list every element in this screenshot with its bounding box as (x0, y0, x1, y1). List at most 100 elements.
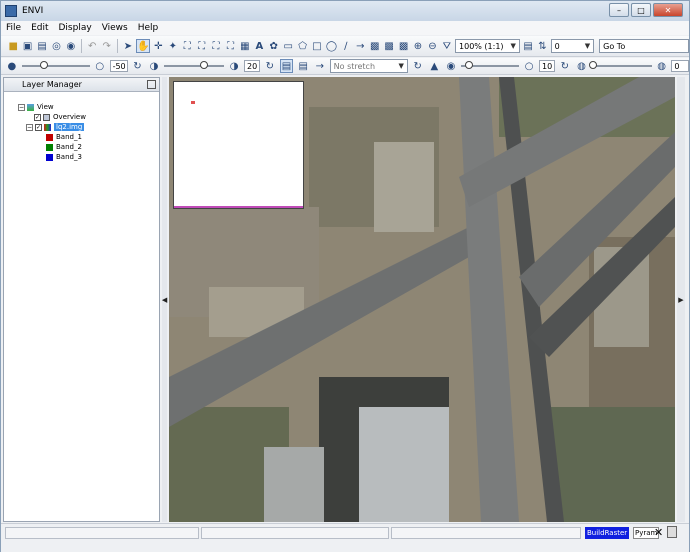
preview-icon[interactable]: ▩ (397, 39, 409, 53)
goto-label: Go To (603, 41, 626, 51)
zoom-in-icon[interactable]: ⊕ (412, 39, 424, 53)
collapse-right-icon[interactable]: ▶ (678, 296, 683, 304)
tree-node-raster[interactable]: − ✓ lq2.img (26, 122, 85, 132)
contrast-slider[interactable] (163, 61, 225, 69)
tree-node-overview[interactable]: ✓ Overview (34, 112, 86, 122)
contrast-max-icon: ◑ (229, 60, 239, 72)
minimize-button[interactable]: – (609, 3, 629, 17)
tree-node-view[interactable]: − View (18, 102, 54, 112)
sharpen-value[interactable]: 10 (538, 60, 555, 72)
band-label: Band_2 (56, 143, 82, 151)
image-view[interactable] (169, 77, 675, 522)
sharpen-knob[interactable] (464, 61, 473, 69)
layer-icon[interactable]: ◎ (50, 39, 62, 53)
menu-edit[interactable]: Edit (26, 23, 53, 33)
line-icon[interactable]: ∕ (340, 39, 352, 53)
menu-help[interactable]: Help (133, 23, 164, 33)
stretch-select[interactable]: No stretch ▼ (329, 59, 408, 73)
tree-node-band[interactable]: Band_1 (46, 132, 82, 142)
collapse-icon[interactable]: − (18, 103, 25, 111)
transparency-icon: ◍ (577, 60, 586, 72)
left-panel-splitter[interactable]: ◀ (162, 77, 167, 522)
zoom-fit-icon[interactable]: ⛶ (210, 39, 222, 53)
box-icon[interactable]: □ (311, 39, 323, 53)
fly-icon[interactable]: ✦ (167, 39, 179, 53)
menu-display[interactable]: Display (54, 23, 97, 33)
transparency-max-icon: ◍ (657, 60, 666, 72)
menu-file[interactable]: File (1, 23, 26, 33)
undo-icon[interactable]: ↶ (86, 39, 98, 53)
close-button[interactable]: ✕ (653, 3, 683, 17)
collapse-left-icon[interactable]: ◀ (162, 296, 167, 304)
screen-icon[interactable]: ▩ (383, 39, 395, 53)
arrow-icon[interactable]: → (354, 39, 366, 53)
data-manager-icon[interactable]: ▤ (36, 39, 48, 53)
sharpen-reset-icon[interactable]: ↻ (558, 59, 572, 73)
cancel-process-icon[interactable]: ✕ (654, 526, 663, 539)
globe-icon[interactable]: ◉ (65, 39, 77, 53)
annotation-text-icon[interactable]: A (253, 39, 265, 53)
sharpen-slider[interactable] (460, 61, 520, 69)
symbol-icon[interactable]: ✿ (268, 39, 280, 53)
pin-icon[interactable] (147, 80, 156, 89)
zoom-extent-icon[interactable]: ⛶ (195, 39, 207, 53)
stretch-reset-icon[interactable]: ↻ (263, 59, 277, 73)
rectangle-icon[interactable]: ▭ (282, 39, 294, 53)
sharpen-high-icon: ○ (524, 60, 534, 72)
collapse-icon[interactable]: − (26, 123, 33, 131)
rotate-icon[interactable]: ▤ (522, 39, 534, 53)
layer-tree: − View ✓ Overview − ✓ lq2.img Band_1 Ban… (4, 92, 159, 161)
toolbar-divider (81, 39, 82, 53)
brightness-slider[interactable] (21, 61, 90, 69)
brightness-max-icon: ○ (95, 60, 105, 72)
picture-icon[interactable]: ▩ (368, 39, 380, 53)
zoom-value: 100% (1:1) (459, 41, 504, 51)
zoom-out-icon[interactable]: ⊖ (426, 39, 438, 53)
brightness-icon: ● (7, 60, 17, 72)
zoom-box-icon[interactable]: ⛶ (181, 39, 193, 53)
brightness-value[interactable]: -50 (109, 60, 128, 72)
raster-checkbox[interactable]: ✓ (35, 123, 42, 131)
rotate-select[interactable]: 0 ▼ (550, 39, 595, 53)
overview-window[interactable] (173, 81, 304, 209)
histogram-icon[interactable]: ▤ (279, 59, 294, 73)
next-arrow-icon[interactable]: → (313, 59, 327, 73)
contrast-value[interactable]: 20 (243, 60, 260, 72)
transparency-knob[interactable] (589, 61, 598, 69)
overview-icon (43, 113, 50, 121)
redo-icon[interactable]: ↷ (100, 39, 112, 53)
tree-node-band[interactable]: Band_2 (46, 142, 82, 152)
goto-field[interactable]: Go To (599, 39, 689, 53)
polygon-icon[interactable]: ⬠ (296, 39, 308, 53)
zoom-hand-icon[interactable]: ⛛ (441, 39, 453, 53)
zoom-select[interactable]: 100% (1:1) ▼ (455, 39, 520, 53)
menu-views[interactable]: Views (97, 23, 133, 33)
transparency-value[interactable]: 0 (671, 60, 690, 72)
overview-view-marker[interactable] (191, 101, 195, 104)
band-label: Band_1 (56, 133, 82, 141)
brightness-knob[interactable] (39, 61, 48, 69)
ellipse-icon[interactable]: ◯ (325, 39, 337, 53)
transparency-slider[interactable] (589, 61, 652, 69)
right-panel-splitter[interactable]: ▶ (677, 77, 685, 522)
select-arrow-icon[interactable]: ➤ (122, 39, 134, 53)
zoom-full-icon[interactable]: ⛶ (224, 39, 236, 53)
blue-band-icon (46, 153, 53, 161)
sharpen-low-icon: ◉ (446, 60, 456, 72)
refresh-icon[interactable]: ↻ (411, 59, 425, 73)
maximize-button[interactable]: □ (631, 3, 651, 17)
toolbar-divider (116, 39, 118, 53)
pan-hand-icon[interactable]: ✋ (136, 39, 151, 53)
save-icon[interactable]: ▣ (21, 39, 33, 53)
stretch-type-icon[interactable]: ▤ (296, 59, 310, 73)
process-manager-icon[interactable] (667, 526, 677, 538)
north-up-icon[interactable]: ⇅ (536, 39, 548, 53)
open-folder-icon[interactable]: ■ (7, 39, 19, 53)
contrast-knob[interactable] (199, 61, 208, 69)
crosshair-icon[interactable]: ✛ (152, 39, 164, 53)
tree-node-band[interactable]: Band_3 (46, 152, 82, 162)
grid-icon[interactable]: ▦ (239, 39, 251, 53)
stretch-value: No stretch (333, 61, 376, 71)
overview-checkbox[interactable]: ✓ (34, 113, 41, 121)
reset-icon[interactable]: ↻ (131, 59, 145, 73)
